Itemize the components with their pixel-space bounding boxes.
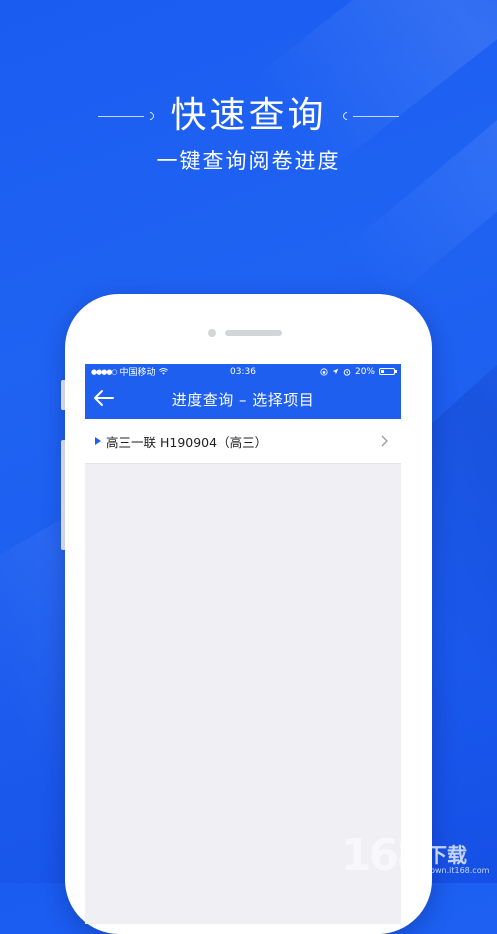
chevron-right-icon — [381, 435, 388, 447]
watermark-url: down.it168.com — [425, 866, 490, 875]
promo-headline-row: 快速查询 — [0, 92, 497, 140]
project-label: 高三一联 H190904（高三） — [106, 434, 268, 450]
status-time: 03:36 — [230, 366, 256, 377]
promo-subtitle: 一键查询阅卷进度 — [156, 149, 341, 173]
watermark-logo-digits: 168 — [341, 830, 427, 881]
battery-icon — [379, 368, 397, 375]
back-arrow-icon[interactable] — [93, 388, 115, 408]
decorative-line-left — [98, 115, 145, 117]
decorative-line-right — [352, 115, 399, 117]
site-watermark: 168 下载 down.it168.com — [341, 833, 491, 881]
triangle-bullet-icon — [95, 437, 101, 445]
promo-headline: 快速查询 — [170, 95, 327, 136]
nav-bar: 进度查询 – 选择项目 — [85, 379, 401, 419]
nav-title: 进度查询 – 选择项目 — [171, 390, 315, 409]
phone-camera — [208, 329, 216, 337]
project-list: 高三一联 H190904（高三） — [85, 419, 401, 464]
project-list-item[interactable]: 高三一联 H190904（高三） — [85, 419, 401, 464]
watermark-logo-text: 下载 — [427, 843, 467, 867]
status-bar: ●●●●○ 中国移动 03:36 20% — [85, 364, 401, 379]
phone-speaker — [225, 330, 282, 336]
